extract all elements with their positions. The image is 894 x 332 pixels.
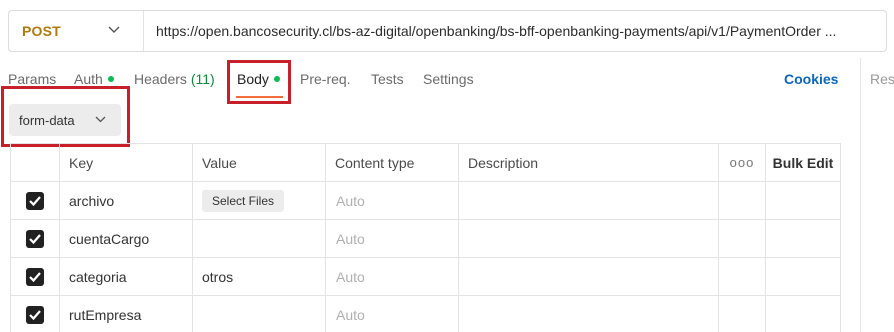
- body-tab-highlight: [227, 60, 291, 104]
- description-cell[interactable]: [458, 257, 719, 296]
- tab-params[interactable]: Params: [8, 71, 56, 87]
- description-cell[interactable]: [458, 295, 719, 332]
- header-key: Key: [59, 143, 193, 182]
- table-row: cuentaCargo Auto: [10, 219, 841, 258]
- url-input[interactable]: https://open.bancosecurity.cl/bs-az-digi…: [144, 23, 886, 39]
- check-icon: [29, 195, 41, 206]
- value-cell[interactable]: otros: [192, 257, 326, 296]
- row-checkbox[interactable]: [26, 305, 44, 324]
- row-spacer: [765, 219, 841, 258]
- row-spacer: [765, 295, 841, 332]
- select-files-button[interactable]: Select Files: [202, 189, 285, 212]
- table-row: rutEmpresa Auto: [10, 295, 841, 332]
- row-checkbox[interactable]: [26, 267, 44, 286]
- content-type-cell[interactable]: Auto: [325, 181, 459, 220]
- key-cell[interactable]: archivo: [59, 181, 193, 220]
- value-cell[interactable]: [192, 219, 326, 258]
- response-pane-label[interactable]: Res: [870, 71, 894, 87]
- body-type-highlight: [1, 86, 130, 147]
- row-checkbox[interactable]: [26, 191, 44, 210]
- tab-auth[interactable]: Auth: [74, 71, 114, 87]
- request-bar: POST https://open.bancosecurity.cl/bs-az…: [8, 10, 887, 52]
- check-icon: [29, 309, 41, 320]
- header-content-type: Content type: [325, 143, 459, 182]
- row-spacer: [765, 257, 841, 296]
- key-cell[interactable]: cuentaCargo: [59, 219, 193, 258]
- more-options-button[interactable]: ooo: [718, 143, 766, 182]
- table-row: categoria otros Auto: [10, 257, 841, 296]
- tab-settings[interactable]: Settings: [423, 71, 474, 87]
- description-cell[interactable]: [458, 219, 719, 258]
- tab-pre-request[interactable]: Pre-req.: [300, 71, 351, 87]
- key-cell[interactable]: categoria: [59, 257, 193, 296]
- content-type-cell[interactable]: Auto: [325, 295, 459, 332]
- content-type-cell[interactable]: Auto: [325, 257, 459, 296]
- cookies-link[interactable]: Cookies: [784, 71, 838, 87]
- value-cell[interactable]: Select Files: [192, 181, 326, 220]
- value-cell[interactable]: [192, 295, 326, 332]
- table-row: archivo Select Files Auto: [10, 181, 841, 220]
- form-data-table: Key Value Content type Description ooo B…: [10, 143, 841, 332]
- row-spacer: [718, 257, 766, 296]
- row-spacer: [718, 295, 766, 332]
- bulk-edit-button[interactable]: Bulk Edit: [765, 143, 841, 182]
- header-checkbox-col: [10, 143, 60, 182]
- row-spacer: [718, 219, 766, 258]
- chevron-down-icon: [108, 26, 120, 33]
- header-value: Value: [192, 143, 326, 182]
- tab-tests[interactable]: Tests: [371, 71, 404, 87]
- auth-status-dot: [107, 76, 114, 82]
- key-cell[interactable]: rutEmpresa: [59, 295, 193, 332]
- check-icon: [29, 271, 41, 282]
- row-checkbox[interactable]: [26, 229, 44, 248]
- tab-headers[interactable]: Headers (11): [134, 71, 215, 87]
- method-select[interactable]: POST: [9, 11, 144, 51]
- response-pane-divider: [860, 58, 894, 332]
- row-spacer: [718, 181, 766, 220]
- table-header-row: Key Value Content type Description ooo B…: [10, 143, 841, 182]
- description-cell[interactable]: [458, 181, 719, 220]
- headers-count: (11): [190, 71, 215, 87]
- content-type-cell[interactable]: Auto: [325, 219, 459, 258]
- header-description: Description: [458, 143, 719, 182]
- check-icon: [29, 233, 41, 244]
- row-spacer: [765, 181, 841, 220]
- method-label: POST: [22, 23, 61, 39]
